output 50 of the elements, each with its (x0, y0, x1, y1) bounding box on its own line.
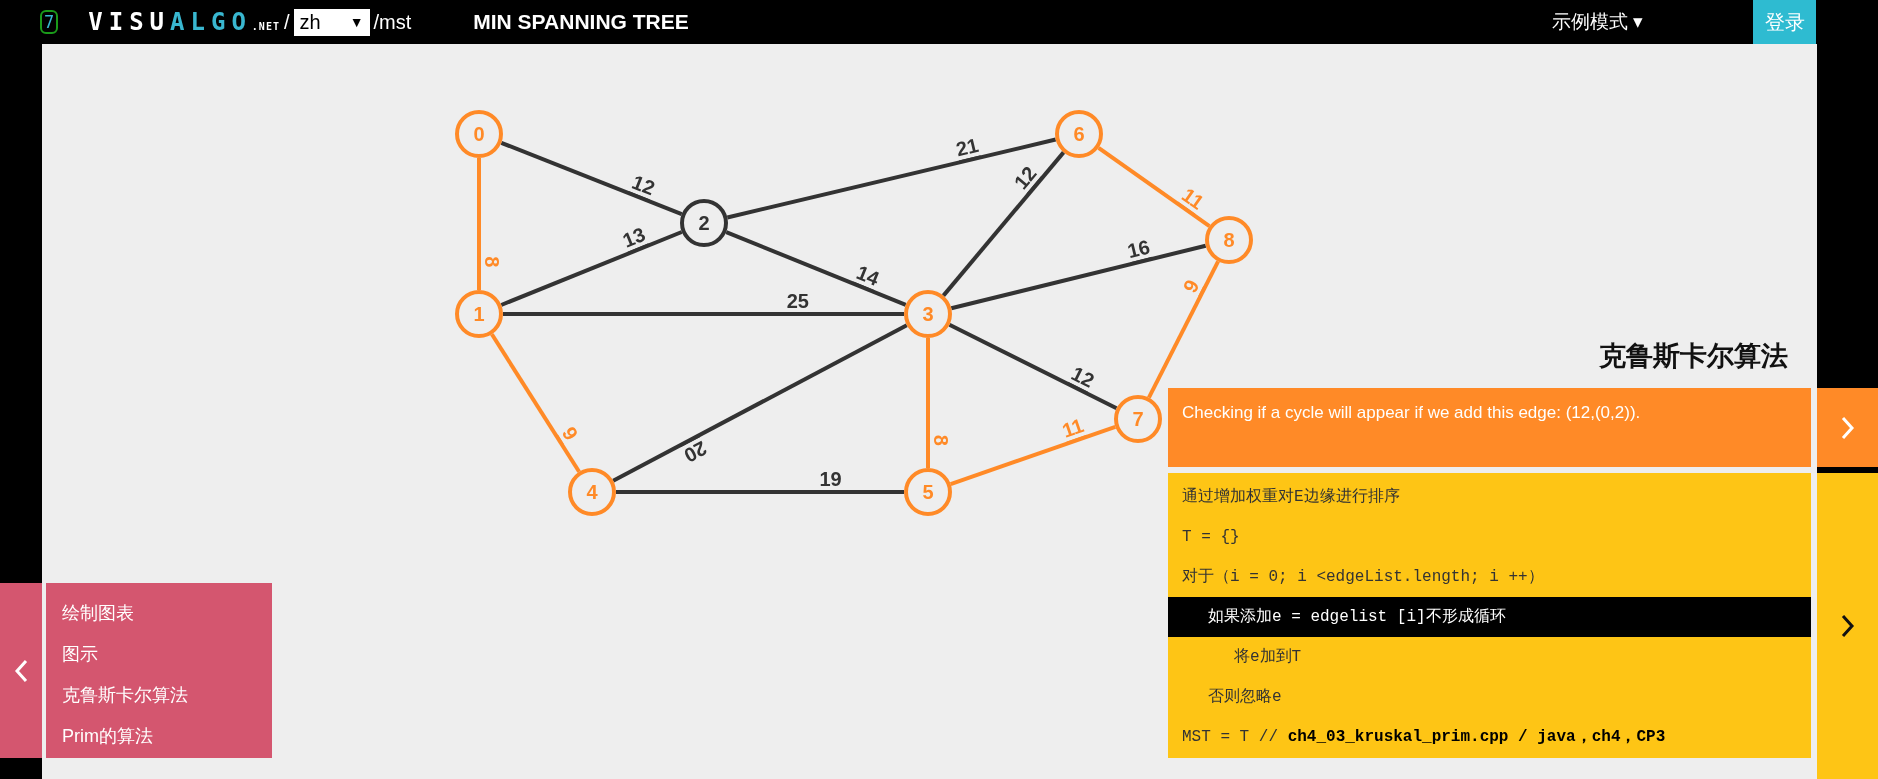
edge-weight: 13 (619, 222, 649, 252)
chevron-right-icon (1840, 415, 1855, 440)
code-line: 通过增加权重对E边缘进行排序 (1181, 486, 1401, 508)
edge-weight: 25 (786, 290, 809, 312)
menu-item[interactable]: Prim的算法 (62, 716, 272, 757)
graph-node[interactable]: 3 (904, 290, 952, 338)
graph-node[interactable]: 2 (680, 199, 728, 247)
code-line: 将e加到T (1233, 647, 1303, 668)
code-next-button[interactable] (1817, 473, 1878, 779)
edge-weight: 8 (930, 434, 952, 446)
edge-weight: 12 (629, 170, 658, 200)
graph-node[interactable]: 8 (1205, 216, 1253, 264)
chevron-right-icon (1840, 614, 1855, 638)
edge-weight: 19 (819, 468, 842, 490)
page-title: MIN SPANNING TREE (473, 9, 689, 36)
menu-item[interactable]: 克鲁斯卡尔算法 (62, 675, 272, 716)
graph-node[interactable]: 7 (1114, 395, 1162, 443)
edge-weight: 8 (481, 256, 503, 268)
menu-item[interactable]: 绘制图表 (62, 593, 272, 634)
graph-node[interactable]: 6 (1055, 110, 1103, 158)
graph-node[interactable]: 4 (568, 468, 616, 516)
site-logo[interactable]: VISU ALGO.NET (88, 4, 280, 40)
language-select[interactable]: zh ▼ (293, 8, 370, 36)
graph-node[interactable]: 0 (455, 110, 503, 158)
edge-weight: 9 (557, 422, 583, 444)
edge-weight: 12 (1068, 362, 1098, 392)
edge-weight: 12 (1009, 162, 1041, 194)
chevron-left-icon (14, 658, 28, 683)
menu-item[interactable]: 图示 (62, 634, 272, 675)
edge-weight: 14 (853, 261, 883, 290)
graph-node[interactable]: 1 (455, 290, 503, 338)
code-line: MST = T // ch4_03_kruskal_prim.cpp / java，ch4，CP3 (1181, 727, 1667, 748)
code-line: 否则忽略e (1207, 687, 1283, 708)
login-button[interactable]: 登录 (1753, 0, 1816, 44)
mode-dropdown[interactable]: 示例模式 ▾ (1551, 7, 1643, 37)
code-line: 对于（i = 0; i <edgeList.length; i ++） (1181, 567, 1545, 588)
graph-node[interactable]: 5 (904, 468, 952, 516)
logo-badge[interactable]: 7 (40, 10, 59, 34)
edge-weight: 16 (1125, 235, 1153, 263)
edge-weight: 11 (1178, 183, 1208, 214)
edge-weight: 11 (1059, 414, 1087, 442)
page-path: /mst (373, 10, 412, 35)
edge-weight: 9 (1178, 276, 1204, 296)
edge-weight: 21 (953, 133, 981, 161)
previous-button[interactable] (0, 583, 42, 758)
status-next-button[interactable] (1817, 388, 1878, 467)
algorithm-title: 克鲁斯卡尔算法 (1598, 339, 1789, 373)
code-line: T = {} (1181, 527, 1241, 548)
edge-weight: 20 (680, 436, 711, 467)
path-separator: / (283, 10, 290, 35)
